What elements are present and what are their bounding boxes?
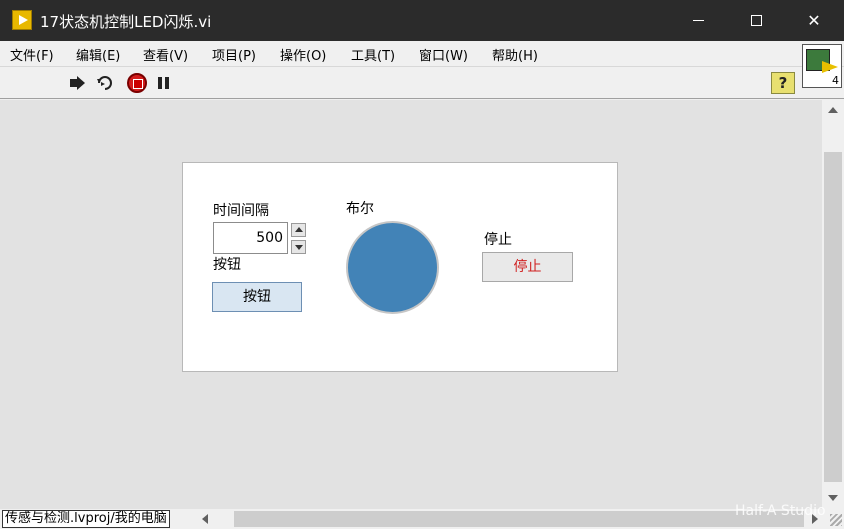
front-panel: 时间间隔 500 按钮 按钮 布尔 停止 停止 bbox=[0, 100, 822, 509]
button-label: 按钮 bbox=[213, 257, 241, 273]
pause-icon[interactable] bbox=[155, 74, 173, 92]
abort-stop-icon[interactable] bbox=[127, 73, 147, 93]
stop-label: 停止 bbox=[484, 232, 512, 248]
context-help-button[interactable]: ? bbox=[771, 72, 795, 94]
toolbar: ? bbox=[0, 67, 844, 99]
connector-arrow-icon bbox=[822, 61, 838, 73]
scroll-left-icon[interactable] bbox=[202, 514, 208, 524]
panel-frame: 时间间隔 500 按钮 按钮 布尔 停止 停止 bbox=[182, 162, 618, 372]
menu-bar: 文件(F) 编辑(E) 查看(V) 项目(P) 操作(O) 工具(T) 窗口(W… bbox=[0, 41, 844, 67]
menu-operate[interactable]: 操作(O) bbox=[280, 45, 326, 64]
maximize-icon bbox=[750, 15, 762, 26]
menu-window[interactable]: 窗口(W) bbox=[419, 45, 468, 64]
run-arrow-icon[interactable] bbox=[68, 74, 86, 92]
horizontal-scroll-thumb[interactable] bbox=[234, 511, 804, 527]
round-led-indicator[interactable] bbox=[346, 221, 439, 314]
labview-vi-icon bbox=[12, 10, 32, 30]
time-interval-input[interactable]: 500 bbox=[213, 222, 288, 254]
menu-tools[interactable]: 工具(T) bbox=[351, 45, 395, 64]
status-bar: 传感与检测.lvproj/我的电脑 bbox=[0, 509, 844, 529]
minimize-icon bbox=[692, 20, 704, 21]
vertical-scrollbar[interactable] bbox=[822, 100, 844, 509]
led-label: 布尔 bbox=[346, 201, 374, 217]
boolean-button[interactable]: 按钮 bbox=[212, 282, 302, 312]
close-icon: ✕ bbox=[807, 11, 821, 30]
numeric-label: 时间间隔 bbox=[213, 203, 269, 219]
menu-help[interactable]: 帮助(H) bbox=[492, 45, 538, 64]
stop-button[interactable]: 停止 bbox=[482, 252, 573, 282]
maximize-button[interactable] bbox=[727, 0, 785, 41]
watermark-text: Half-A Studio bbox=[735, 503, 826, 519]
run-continuously-icon[interactable] bbox=[96, 74, 114, 92]
title-bar: 17状态机控制LED闪烁.vi ✕ bbox=[0, 0, 844, 41]
minimize-button[interactable] bbox=[669, 0, 727, 41]
increment-arrow-icon[interactable] bbox=[291, 223, 306, 237]
menu-project[interactable]: 项目(P) bbox=[212, 45, 256, 64]
decrement-arrow-icon[interactable] bbox=[291, 240, 306, 254]
connector-pane-icon[interactable]: 4 bbox=[802, 44, 842, 88]
resize-grip-icon[interactable] bbox=[830, 514, 842, 526]
menu-file[interactable]: 文件(F) bbox=[10, 45, 54, 64]
horizontal-scrollbar[interactable] bbox=[196, 509, 822, 529]
close-button[interactable]: ✕ bbox=[785, 0, 843, 41]
menu-edit[interactable]: 编辑(E) bbox=[76, 45, 120, 64]
scroll-down-icon[interactable] bbox=[828, 495, 838, 501]
menu-view[interactable]: 查看(V) bbox=[143, 45, 188, 64]
window-title: 17状态机控制LED闪烁.vi bbox=[40, 13, 212, 31]
project-path[interactable]: 传感与检测.lvproj/我的电脑 bbox=[2, 510, 170, 528]
vertical-scroll-thumb[interactable] bbox=[824, 152, 842, 482]
scroll-up-icon[interactable] bbox=[828, 107, 838, 113]
connector-number: 4 bbox=[832, 74, 839, 87]
